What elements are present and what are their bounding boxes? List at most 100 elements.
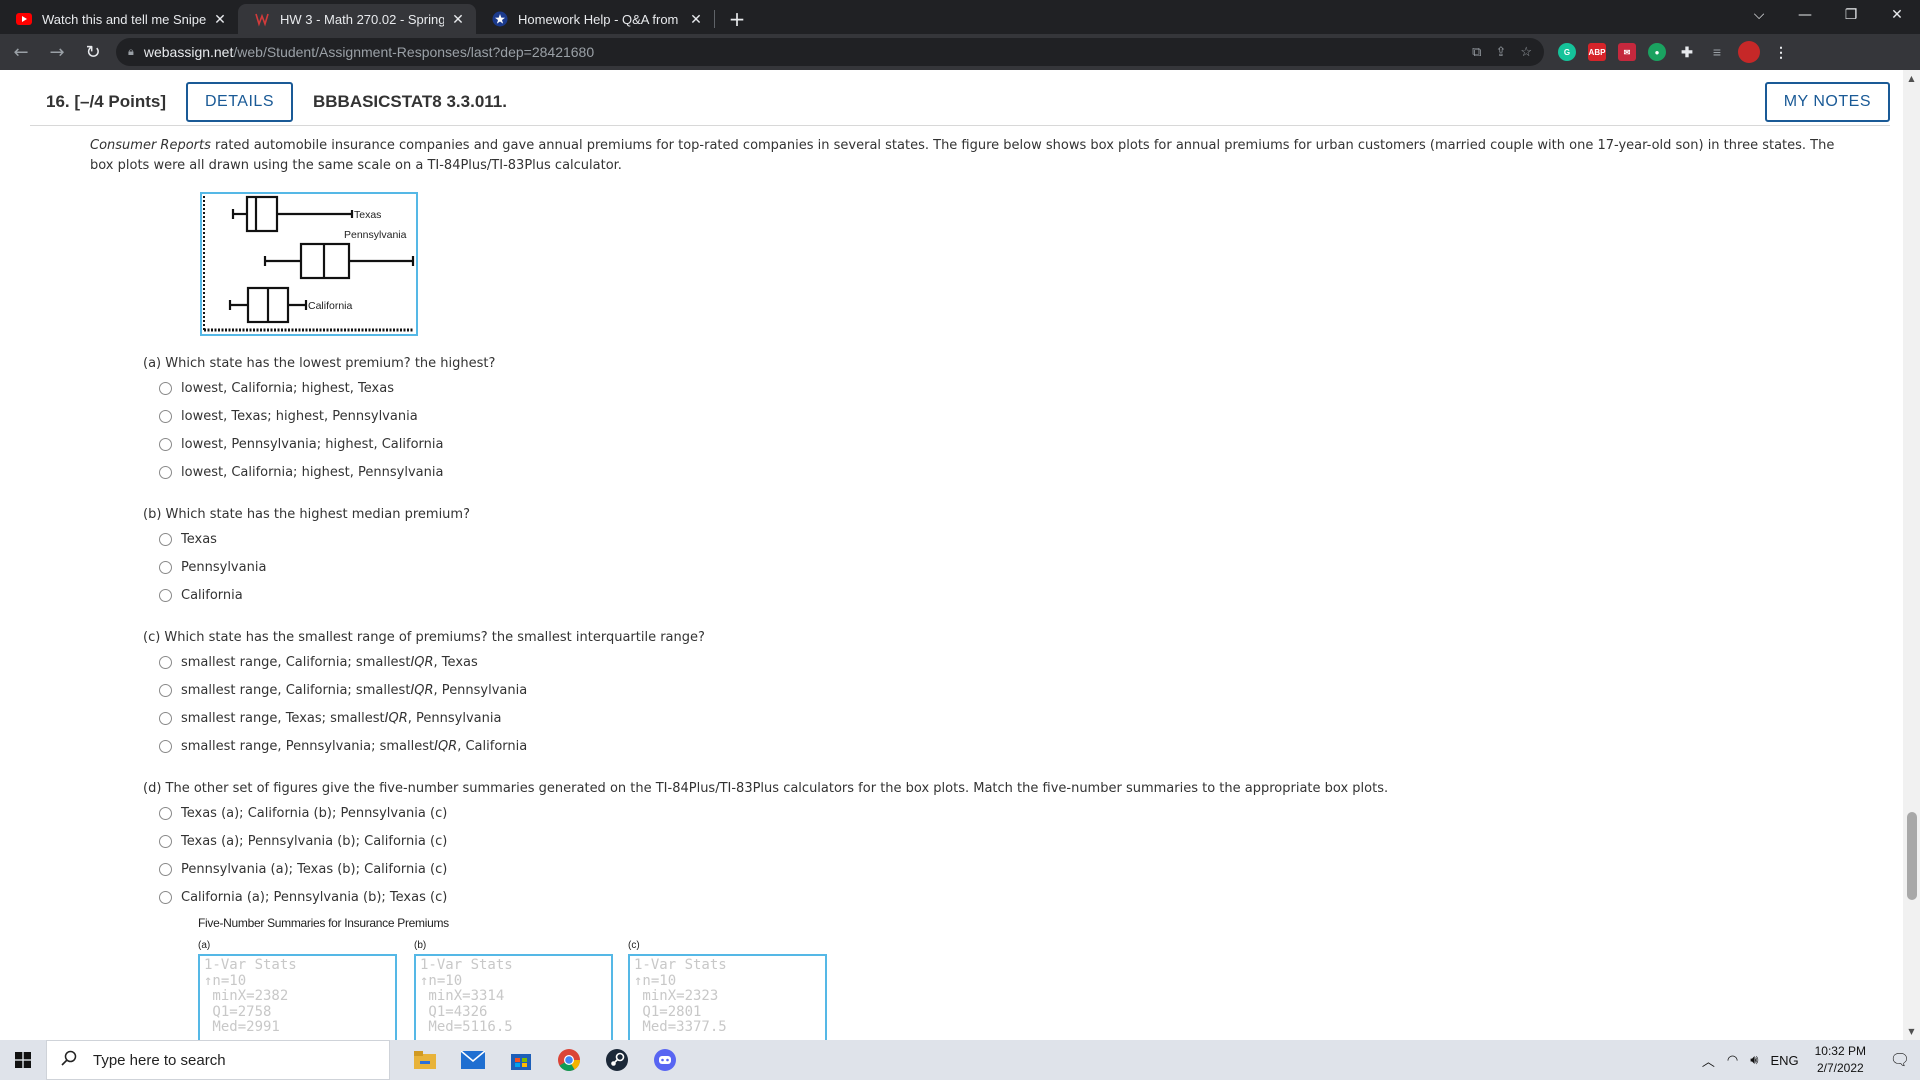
radio-button[interactable] <box>159 711 172 725</box>
mail-extension-icon[interactable]: ✉ <box>1618 43 1636 61</box>
option-label: lowest, California; highest, Texas <box>181 380 394 396</box>
windows-start-icon[interactable] <box>0 1040 46 1080</box>
radio-button[interactable] <box>159 655 172 669</box>
tab-youtube[interactable]: Watch this and tell me Sniper do ✕ <box>0 4 238 34</box>
extensions-area: G ABP ✉ ● ✚ ≡ ⋮ <box>1558 41 1790 63</box>
option-b-3[interactable]: California <box>143 581 470 609</box>
radio-button[interactable] <box>159 683 172 697</box>
part-b: (b) Which state has the highest median p… <box>143 505 470 609</box>
radio-button[interactable] <box>159 588 172 602</box>
radio-button[interactable] <box>159 381 172 395</box>
mail-icon[interactable] <box>456 1043 490 1077</box>
translate-icon[interactable]: ⧉ <box>1472 44 1481 60</box>
tab-webassign[interactable]: HW 3 - Math 270.02 - Spring 202 ✕ <box>238 4 476 34</box>
close-icon[interactable]: ✕ <box>212 11 228 27</box>
reload-icon[interactable]: ↻ <box>78 37 108 67</box>
wifi-icon[interactable]: ◠ <box>1727 1052 1738 1068</box>
option-label: Texas (a); California (b); Pennsylvania … <box>181 805 448 821</box>
adblock-icon[interactable]: ABP <box>1588 43 1606 61</box>
lock-icon[interactable]: 🔒︎ <box>128 46 134 59</box>
forward-arrow-icon[interactable]: → <box>42 37 72 67</box>
steam-icon[interactable] <box>600 1043 634 1077</box>
option-d-2[interactable]: Texas (a); Pennsylvania (b); California … <box>143 827 1388 855</box>
radio-button[interactable] <box>159 560 172 574</box>
tab-search-icon[interactable]: ⌵ <box>1736 0 1782 30</box>
option-c-2[interactable]: smallest range, California; smallest IQR… <box>143 676 705 704</box>
radio-button[interactable] <box>159 806 172 820</box>
notification-icon[interactable]: 🗨︎ <box>1880 1040 1920 1080</box>
option-c-3[interactable]: smallest range, Texas; smallest IQR, Pen… <box>143 704 705 732</box>
grammarly-icon[interactable]: G <box>1558 43 1576 61</box>
profile-avatar[interactable] <box>1738 41 1760 63</box>
taskbar-search[interactable]: Type here to search <box>46 1040 390 1080</box>
option-c-1[interactable]: smallest range, California; smallest IQR… <box>143 648 705 676</box>
radio-button[interactable] <box>159 409 172 423</box>
url-path: /web/Student/Assignment-Responses/last?d… <box>233 44 595 60</box>
scroll-up-arrow-icon[interactable]: ▲ <box>1903 70 1920 87</box>
share-icon[interactable]: ⇪ <box>1495 44 1506 60</box>
language-indicator[interactable]: ENG <box>1770 1053 1798 1068</box>
option-label: Texas (a); Pennsylvania (b); California … <box>181 833 448 849</box>
option-a-1[interactable]: lowest, California; highest, Texas <box>143 374 495 402</box>
iqr-label: IQR <box>384 710 408 726</box>
option-c-4[interactable]: smallest range, Pennsylvania; smallest I… <box>143 732 705 760</box>
radio-button[interactable] <box>159 834 172 848</box>
tab-homework-help[interactable]: Homework Help - Q&A from Onl ✕ <box>476 4 714 34</box>
scrollbar-thumb[interactable] <box>1907 812 1917 900</box>
scroll-down-arrow-icon[interactable]: ▼ <box>1903 1023 1920 1040</box>
close-icon[interactable]: ✕ <box>450 11 466 27</box>
minimize-icon[interactable]: — <box>1782 0 1828 30</box>
green-extension-icon[interactable]: ● <box>1648 43 1666 61</box>
radio-button[interactable] <box>159 890 172 904</box>
menu-kebab-icon[interactable]: ⋮ <box>1772 43 1790 61</box>
option-a-2[interactable]: lowest, Texas; highest, Pennsylvania <box>143 402 495 430</box>
calc-line: 1-Var Stats <box>634 957 727 973</box>
new-tab-button[interactable]: + <box>723 4 751 34</box>
chrome-icon[interactable] <box>552 1043 586 1077</box>
radio-button[interactable] <box>159 532 172 546</box>
radio-button[interactable] <box>159 437 172 451</box>
calculator-screen: 1-Var Stats ↑n=10 minX=2323 Q1=2801 Med=3… <box>628 954 827 1040</box>
calc-line: Med=2991 <box>204 1019 280 1035</box>
vertical-scrollbar[interactable]: ▲ ▼ <box>1903 70 1920 1040</box>
option-d-1[interactable]: Texas (a); California (b); Pennsylvania … <box>143 799 1388 827</box>
store-icon[interactable] <box>504 1043 538 1077</box>
speaker-icon[interactable]: 🔊︎ <box>1750 1052 1758 1068</box>
radio-button[interactable] <box>159 862 172 876</box>
bookmark-star-icon[interactable]: ☆ <box>1520 44 1532 60</box>
close-window-icon[interactable]: ✕ <box>1874 0 1920 30</box>
address-bar[interactable]: 🔒︎ webassign.net/web/Student/Assignment-… <box>116 38 1544 66</box>
option-label: smallest range, Pennsylvania; smallest <box>181 738 435 754</box>
search-icon <box>61 1050 81 1071</box>
question-intro: Consumer Reports rated automobile insura… <box>90 136 1880 176</box>
option-a-4[interactable]: lowest, California; highest, Pennsylvani… <box>143 458 495 486</box>
clock[interactable]: 10:32 PM 2/7/2022 <box>1815 1043 1866 1077</box>
option-a-3[interactable]: lowest, Pennsylvania; highest, Californi… <box>143 430 495 458</box>
option-d-4[interactable]: California (a); Pennsylvania (b); Texas … <box>143 883 1388 911</box>
tab-title: Homework Help - Q&A from Onl <box>518 11 682 27</box>
option-label: smallest range, California; smallest <box>181 654 411 670</box>
omnibox-actions: ⧉ ⇪ ☆ <box>1472 44 1532 60</box>
option-label: lowest, Texas; highest, Pennsylvania <box>181 408 418 424</box>
discord-icon[interactable] <box>648 1043 682 1077</box>
option-b-1[interactable]: Texas <box>143 525 470 553</box>
reading-list-icon[interactable]: ≡ <box>1708 43 1726 61</box>
option-d-3[interactable]: Pennsylvania (a); Texas (b); California … <box>143 855 1388 883</box>
details-button[interactable]: DETAILS <box>185 81 293 122</box>
restore-icon[interactable]: ❐ <box>1828 0 1874 30</box>
puzzle-icon[interactable]: ✚ <box>1678 43 1696 61</box>
five-number-panel-a: (a) 1-Var Stats ↑n=10 minX=2382 Q1=2758 M… <box>198 940 397 1040</box>
my-notes-button[interactable]: MY NOTES <box>1764 81 1890 122</box>
calc-line: 1-Var Stats <box>420 957 513 973</box>
chevron-up-icon[interactable]: ︿ <box>1702 1051 1715 1070</box>
option-label-end: , Pennsylvania <box>433 682 528 698</box>
calc-line: Q1=4326 <box>420 1003 488 1020</box>
option-b-2[interactable]: Pennsylvania <box>143 553 470 581</box>
option-label: lowest, California; highest, Pennsylvani… <box>181 464 444 480</box>
file-explorer-icon[interactable] <box>408 1043 442 1077</box>
back-arrow-icon[interactable]: ← <box>6 37 36 67</box>
radio-button[interactable] <box>159 465 172 479</box>
radio-button[interactable] <box>159 739 172 753</box>
question-header: 16. [–/4 Points] DETAILS BBBASICSTAT8 3.… <box>30 78 1890 126</box>
close-icon[interactable]: ✕ <box>688 11 704 27</box>
